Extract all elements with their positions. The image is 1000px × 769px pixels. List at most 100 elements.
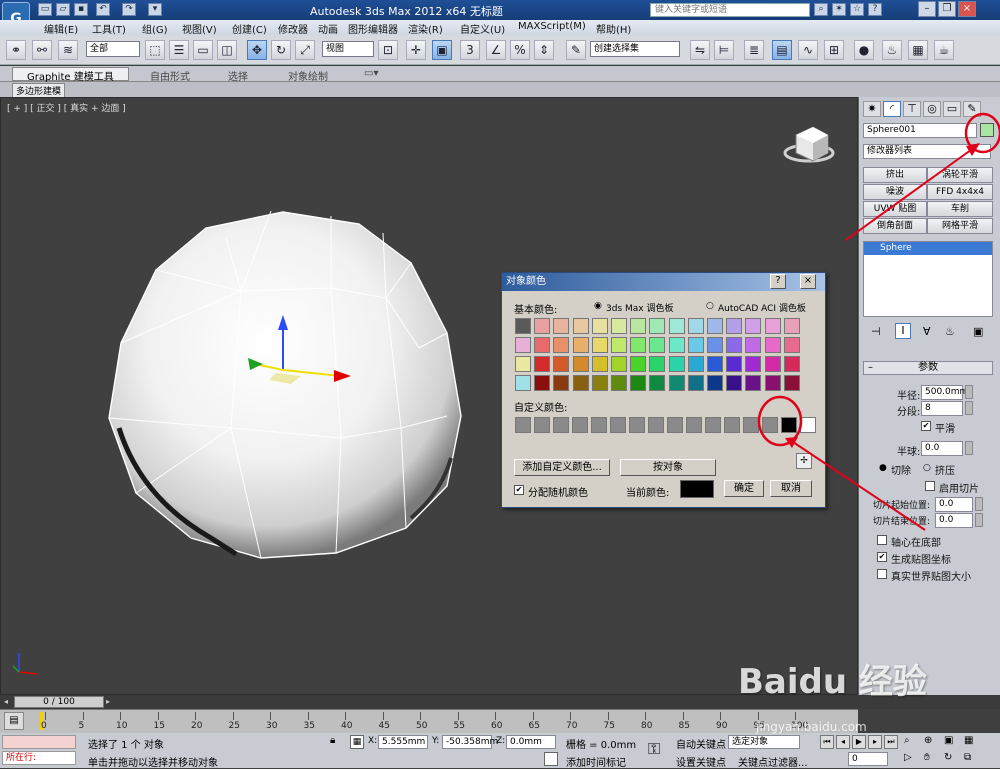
rect-selection-icon[interactable]: ▭ <box>193 40 213 60</box>
color-swatch[interactable] <box>764 356 781 372</box>
key-filters-button[interactable]: 关键点过滤器... <box>738 754 808 769</box>
slice-from-spinner[interactable] <box>975 497 983 511</box>
remove-modifier-icon[interactable]: ♨ <box>945 325 955 338</box>
window-crossing-icon[interactable]: ◫ <box>217 40 237 60</box>
radius-field[interactable]: 500.0mm <box>921 385 968 400</box>
cancel-button[interactable]: 取消 <box>770 480 812 497</box>
color-swatch[interactable] <box>572 375 589 391</box>
turbosmooth-button[interactable]: 涡轮平滑 <box>927 167 993 183</box>
lathe-button[interactable]: 车削 <box>927 201 993 217</box>
render-production-icon[interactable]: ☕ <box>934 40 954 60</box>
add-custom-color-button[interactable]: 添加自定义颜色... <box>514 459 610 476</box>
time-prev-icon[interactable]: ◂ <box>4 697 12 707</box>
color-swatch[interactable] <box>611 318 627 334</box>
color-swatch[interactable] <box>745 337 762 353</box>
menu-maxscript[interactable]: MAXScript(M) <box>518 21 586 32</box>
ref-coord-dropdown[interactable]: 视图 <box>322 41 374 57</box>
dialog-close-button[interactable]: × <box>800 274 816 289</box>
orbit-icon[interactable]: ↻ <box>944 752 958 766</box>
custom-color-swatch[interactable] <box>743 417 759 433</box>
play-icon[interactable]: ▶ <box>852 735 866 749</box>
configure-sets-icon[interactable]: ▣ <box>973 325 983 338</box>
unlink-icon[interactable]: ⚯ <box>32 40 52 60</box>
custom-color-swatch[interactable] <box>629 417 645 433</box>
slice-to-field[interactable]: 0.0 <box>935 513 973 528</box>
key-filter-selection-dropdown[interactable]: 选定对象 <box>728 735 800 749</box>
maxscript-line[interactable]: 所在行: <box>2 751 76 765</box>
percent-snap-icon[interactable]: % <box>510 40 530 60</box>
custom-color-swatch[interactable] <box>686 417 702 433</box>
comm-center-icon[interactable]: ✶ <box>832 3 846 16</box>
sphere-mesh[interactable] <box>108 210 462 559</box>
quick-access-dropdown-icon[interactable]: ▾ <box>148 3 162 16</box>
custom-color-swatch[interactable] <box>667 417 683 433</box>
pan-icon[interactable]: ✋︎ <box>924 752 938 766</box>
color-swatch[interactable] <box>649 337 666 353</box>
squash-radio[interactable]: ○ <box>923 463 931 473</box>
select-move-icon[interactable]: ✥ <box>247 40 267 60</box>
display-tab-icon[interactable]: ▭ <box>943 101 961 117</box>
snap-3d-icon[interactable]: 3 <box>460 40 480 60</box>
tab-selection[interactable]: 选择 <box>228 68 248 83</box>
color-swatch[interactable] <box>668 375 685 391</box>
polygon-modeling-label[interactable]: 多边形建模 <box>12 83 66 98</box>
color-swatch[interactable] <box>783 356 800 372</box>
tab-graphite[interactable]: Graphite 建模工具 <box>12 67 129 83</box>
palette-aci-radio[interactable]: ○ <box>706 301 714 311</box>
color-swatch[interactable] <box>783 337 800 353</box>
color-swatch[interactable] <box>553 356 570 372</box>
create-tab-icon[interactable]: ✷ <box>863 101 881 117</box>
noise-button[interactable]: 噪波 <box>863 184 927 200</box>
set-key-icon[interactable]: ⚿ <box>648 739 660 759</box>
custom-color-swatch[interactable] <box>572 417 588 433</box>
menu-edit[interactable]: 编辑(E) <box>44 21 78 36</box>
graphite-toggle-icon[interactable]: ▤ <box>772 40 792 60</box>
spinner-snap-icon[interactable]: ⇕ <box>534 40 554 60</box>
color-swatch[interactable] <box>668 318 685 334</box>
menu-animation[interactable]: 动画 <box>318 21 338 36</box>
zoom-all-icon[interactable]: ⊕ <box>924 735 938 749</box>
next-frame-icon[interactable]: ▸ <box>868 735 882 749</box>
color-swatch[interactable] <box>591 318 608 334</box>
close-window-button[interactable]: × <box>958 1 976 17</box>
color-swatch[interactable] <box>515 318 531 334</box>
slice-from-field[interactable]: 0.0 <box>935 497 973 512</box>
color-swatch[interactable] <box>611 356 627 372</box>
menu-create[interactable]: 创建(C) <box>232 21 267 36</box>
save-file-icon[interactable]: ▪ <box>74 3 88 16</box>
menu-tools[interactable]: 工具(T) <box>92 21 126 36</box>
color-swatch[interactable] <box>630 318 647 334</box>
set-key-button[interactable]: 设置关键点 <box>676 754 726 769</box>
current-color-swatch[interactable] <box>680 480 714 498</box>
modify-tab-icon[interactable]: ◜ <box>883 101 901 117</box>
select-rotate-icon[interactable]: ↻ <box>271 40 291 60</box>
color-picker-icon[interactable]: ✢ <box>796 453 812 469</box>
color-swatch[interactable] <box>611 375 627 391</box>
add-time-tag-button[interactable]: 添加时间标记 <box>566 754 626 769</box>
restore-button[interactable]: ❐ <box>938 1 956 17</box>
open-file-icon[interactable]: ▱ <box>56 3 70 16</box>
color-swatch[interactable] <box>745 318 762 334</box>
slice-to-spinner[interactable] <box>975 513 983 527</box>
maxscript-listener[interactable] <box>2 735 76 749</box>
color-swatch[interactable] <box>611 337 627 353</box>
favorites-icon[interactable]: ☆ <box>850 3 864 16</box>
menu-rendering[interactable]: 渲染(R) <box>408 21 443 36</box>
color-swatch[interactable] <box>534 318 551 334</box>
color-swatch[interactable] <box>649 375 666 391</box>
time-next-icon[interactable]: ▸ <box>106 697 114 707</box>
color-swatch[interactable] <box>572 318 589 334</box>
x-coord-field[interactable]: 5.555mm <box>378 735 428 749</box>
schematic-view-icon[interactable]: ⊞ <box>824 40 844 60</box>
help-icon[interactable]: ? <box>868 3 882 16</box>
color-swatch[interactable] <box>591 356 608 372</box>
selection-lock-icon[interactable]: 🔒︎ <box>330 735 335 746</box>
color-swatch[interactable] <box>553 375 570 391</box>
edit-named-selection-icon[interactable]: ✎ <box>566 40 586 60</box>
custom-color-swatch[interactable] <box>724 417 740 433</box>
hemisphere-field[interactable]: 0.0 <box>921 441 963 456</box>
redo-icon[interactable]: ↷ <box>122 3 136 16</box>
menu-group[interactable]: 组(G) <box>142 21 168 36</box>
keyboard-shortcut-icon[interactable]: ▣ <box>432 40 452 60</box>
custom-color-swatch[interactable] <box>610 417 626 433</box>
